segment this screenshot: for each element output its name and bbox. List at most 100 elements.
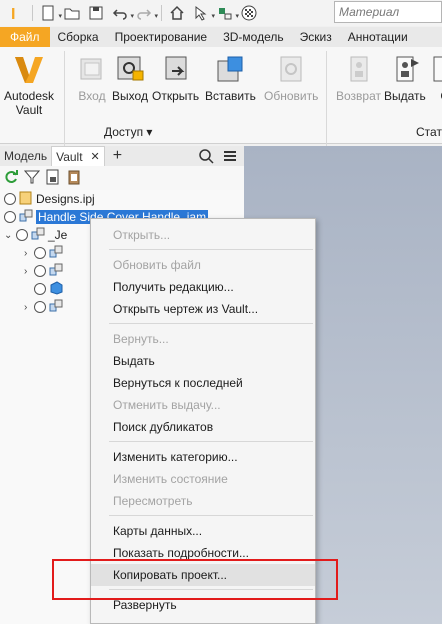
tab-vault[interactable]: Vault ✕ xyxy=(51,146,105,166)
tree-item-child[interactable]: › xyxy=(24,244,63,262)
inventor-logo-icon[interactable]: I xyxy=(4,2,26,24)
vault-status-icon xyxy=(34,265,46,277)
quick-access-toolbar: I ▾ ▾ ▾ ▾ ▾ Материал xyxy=(0,0,442,26)
tab-sketch[interactable]: Эскиз xyxy=(292,27,340,47)
open-icon xyxy=(158,51,194,87)
expand-arrow-icon[interactable]: ⌄ xyxy=(4,230,16,241)
tab-file[interactable]: Файл xyxy=(0,27,50,47)
vault-status-icon xyxy=(4,211,16,223)
status-button[interactable]: Со xyxy=(430,51,442,103)
menu-separator xyxy=(109,323,313,324)
select-icon[interactable]: ▾ xyxy=(190,2,215,24)
menu-item[interactable]: Обновить файл xyxy=(91,254,315,276)
vault-logo-icon xyxy=(11,51,47,87)
release-button[interactable]: Выдать xyxy=(384,51,426,103)
checkin-icon xyxy=(74,51,110,87)
refresh-icon xyxy=(273,51,309,87)
refresh-button[interactable]: Обновить xyxy=(264,51,318,103)
menu-item[interactable]: Выдать xyxy=(91,350,315,372)
menu-icon[interactable] xyxy=(218,146,242,166)
vault-status-icon xyxy=(4,193,16,205)
close-icon[interactable]: ✕ xyxy=(91,150,100,163)
undo-icon[interactable]: ▾ xyxy=(109,2,134,24)
autodesk-vault-label: Autodesk Vault xyxy=(4,89,55,117)
checkin-label: Вход xyxy=(78,89,106,103)
menu-separator xyxy=(109,441,313,442)
undo-checkout-icon xyxy=(341,51,377,87)
browser-toolbar xyxy=(0,166,244,190)
file-properties-icon[interactable] xyxy=(45,169,61,188)
new-file-icon[interactable]: ▾ xyxy=(37,2,62,24)
material-select[interactable]: Материал xyxy=(334,1,442,23)
checkout-icon xyxy=(112,51,148,87)
clipboard-icon[interactable] xyxy=(66,169,82,188)
insert-icon xyxy=(212,51,248,87)
search-icon[interactable] xyxy=(194,146,218,166)
measure-icon[interactable]: ▾ xyxy=(214,2,239,24)
project-file-icon xyxy=(19,191,33,208)
menu-item[interactable]: Вернуться к последней xyxy=(91,372,315,394)
menu-separator xyxy=(109,249,313,250)
refresh-vault-icon[interactable] xyxy=(3,169,19,188)
add-tab-icon[interactable]: + xyxy=(109,146,126,166)
expand-arrow-icon[interactable]: › xyxy=(24,302,34,313)
filter-icon[interactable] xyxy=(23,169,41,188)
release-icon xyxy=(387,51,423,87)
insert-button[interactable]: Вставить xyxy=(205,51,256,103)
menu-item[interactable]: Пересмотреть xyxy=(91,490,315,512)
expand-arrow-icon[interactable]: › xyxy=(24,266,34,277)
appearance-icon[interactable] xyxy=(238,2,260,24)
insert-label: Вставить xyxy=(205,89,256,103)
divider xyxy=(32,5,33,21)
undo-checkout-label: Возврат xyxy=(336,89,381,103)
release-label: Выдать xyxy=(384,89,426,103)
menu-item[interactable]: Изменить состояние xyxy=(91,468,315,490)
menu-item[interactable]: Отменить выдачу... xyxy=(91,394,315,416)
menu-item[interactable]: Открыть... xyxy=(91,224,315,246)
checkout-label: Выход xyxy=(112,89,148,103)
vault-status-icon xyxy=(16,229,28,241)
vault-status-icon xyxy=(34,283,46,295)
expand-arrow-icon[interactable]: › xyxy=(24,248,34,259)
menu-item[interactable]: Карты данных... xyxy=(91,520,315,542)
refresh-label: Обновить xyxy=(264,89,319,103)
tree-item-part[interactable] xyxy=(34,280,63,298)
tree-item-label: _Je xyxy=(48,228,68,242)
assembly-icon xyxy=(49,263,63,280)
home-icon[interactable] xyxy=(166,2,188,24)
highlight-box xyxy=(52,559,338,600)
tab-design[interactable]: Проектирование xyxy=(107,27,216,47)
tree-item-child[interactable]: › xyxy=(24,262,63,280)
menu-item[interactable]: Открыть чертеж из Vault... xyxy=(91,298,315,320)
tab-model[interactable]: Модель xyxy=(0,146,51,166)
tab-3d-model[interactable]: 3D-модель xyxy=(215,27,292,47)
tree-item-child[interactable]: › xyxy=(24,298,63,316)
checkout-button[interactable]: Выход xyxy=(112,51,148,103)
menu-item[interactable]: Поиск дубликатов xyxy=(91,416,315,438)
ribbon-panel: Autodesk Vault Вход Выход Открыть Встави… xyxy=(0,47,442,167)
open-folder-icon[interactable] xyxy=(61,2,83,24)
tree-item-designs[interactable]: Designs.ipj xyxy=(4,190,95,208)
menu-separator xyxy=(109,515,313,516)
assembly-icon xyxy=(49,299,63,316)
divider xyxy=(161,5,162,21)
tree-item-je[interactable]: ⌄ _Je xyxy=(4,226,67,244)
menu-item[interactable]: Изменить категорию... xyxy=(91,446,315,468)
undo-checkout-button[interactable]: Возврат xyxy=(336,51,381,103)
autodesk-vault-button[interactable]: Autodesk Vault xyxy=(4,51,54,117)
assembly-icon xyxy=(19,209,33,226)
menu-item[interactable]: Вернуть... xyxy=(91,328,315,350)
vault-status-icon xyxy=(34,247,46,259)
menu-item[interactable]: Получить редакцию... xyxy=(91,276,315,298)
tab-annotate[interactable]: Аннотации xyxy=(340,27,416,47)
tab-assemble[interactable]: Сборка xyxy=(50,27,107,47)
assembly-icon xyxy=(49,245,63,262)
ribbon-tabs: Файл Сборка Проектирование 3D-модель Эск… xyxy=(0,27,442,47)
group-access-label[interactable]: Доступ ▾ xyxy=(104,125,152,139)
save-icon[interactable] xyxy=(85,2,107,24)
open-label: Открыть xyxy=(152,89,200,103)
checkin-button[interactable]: Вход xyxy=(74,51,110,103)
redo-icon[interactable]: ▾ xyxy=(133,2,158,24)
tab-vault-label: Vault xyxy=(56,149,83,164)
open-button[interactable]: Открыть xyxy=(152,51,199,103)
